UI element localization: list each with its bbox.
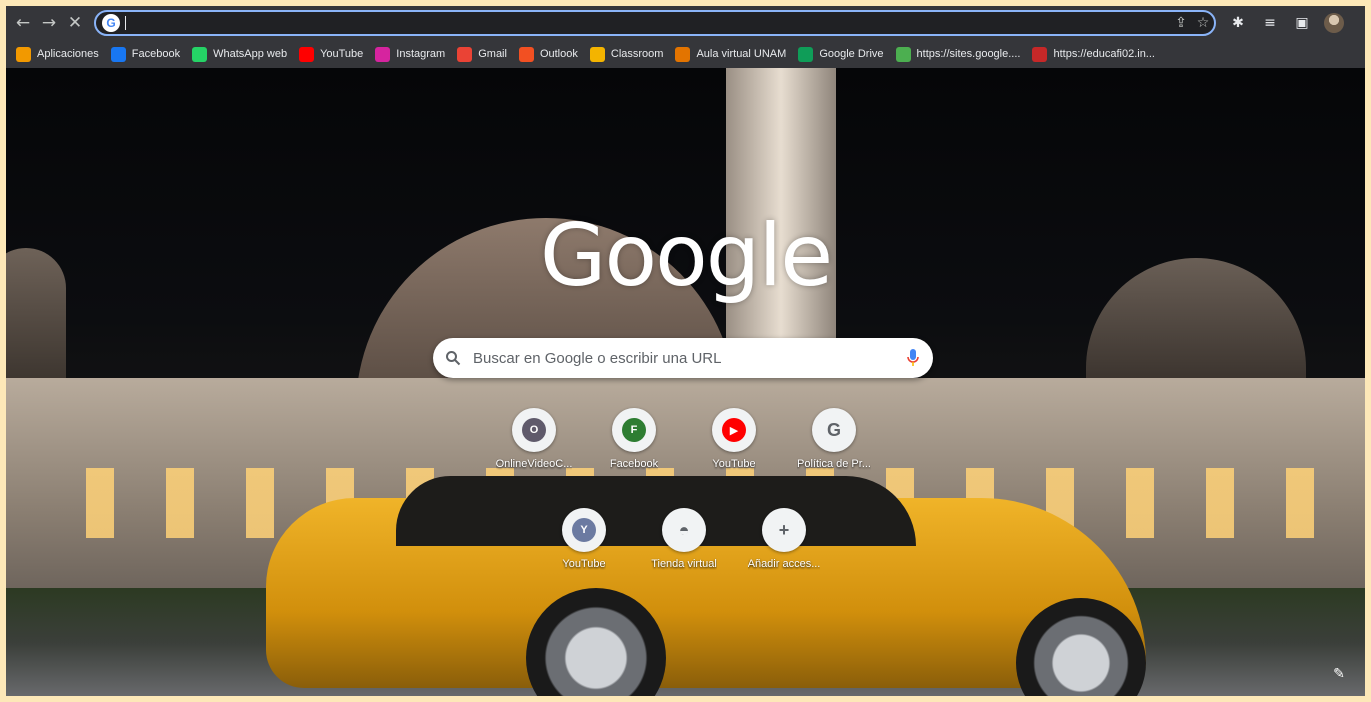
sites-icon bbox=[895, 46, 911, 62]
shortcut-letter-icon: Y bbox=[572, 518, 596, 542]
omnibox[interactable]: G ⇪ ☆ bbox=[94, 10, 1216, 36]
shortcut-label: Añadir acces... bbox=[747, 558, 821, 570]
microphone-icon[interactable] bbox=[893, 348, 933, 368]
shortcut-label: YouTube bbox=[712, 458, 756, 470]
shortcut-tile[interactable]: ◓ Tienda virtual bbox=[628, 508, 740, 608]
shortcut-favicon: G bbox=[812, 408, 856, 452]
bookmark-item[interactable]: https://sites.google.... bbox=[890, 43, 1027, 65]
shortcut-tile[interactable]: G Política de Pr... bbox=[778, 408, 890, 508]
bookmark-item[interactable]: Aula virtual UNAM bbox=[669, 43, 792, 65]
search-input[interactable] bbox=[473, 349, 893, 367]
bookmark-label: Classroom bbox=[610, 48, 664, 60]
bookmark-label: WhatsApp web bbox=[213, 48, 288, 60]
outlook-icon bbox=[518, 46, 534, 62]
bookmark-label: Instagram bbox=[396, 48, 446, 60]
shortcut-favicon: + bbox=[762, 508, 806, 552]
bookmark-label: Outlook bbox=[539, 48, 578, 60]
extensions-icon[interactable]: ✱ bbox=[1224, 9, 1252, 37]
shortcut-favicon: Y bbox=[562, 508, 606, 552]
whatsapp-icon bbox=[192, 46, 208, 62]
bookmark-label: Aplicaciones bbox=[37, 48, 99, 60]
bookmark-star-icon[interactable]: ☆ bbox=[1192, 15, 1214, 31]
bookmark-label: Aula virtual UNAM bbox=[696, 48, 787, 60]
shortcut-label: Facebook bbox=[609, 458, 659, 470]
side-panel-icon[interactable]: ▣ bbox=[1288, 9, 1316, 37]
shortcut-letter-icon: G bbox=[826, 419, 841, 440]
browser-window: ← → ✕ G ⇪ ☆ ✱ ≡ ▣ ⋮ Aplicaciones Facebook… bbox=[6, 6, 1365, 696]
bookmark-item[interactable]: Google Drive bbox=[792, 43, 889, 65]
browser-toolbar: ← → ✕ G ⇪ ☆ ✱ ≡ ▣ ⋮ bbox=[6, 6, 1365, 40]
shortcut-tile[interactable]: Y YouTube bbox=[528, 508, 640, 608]
bookmark-item[interactable]: WhatsApp web bbox=[186, 43, 293, 65]
shortcut-favicon: ▶ bbox=[712, 408, 756, 452]
profile-avatar-button[interactable] bbox=[1320, 9, 1348, 37]
bookmark-label: Google Drive bbox=[819, 48, 884, 60]
bookmark-label: Gmail bbox=[478, 48, 507, 60]
customize-edit-icon[interactable]: ✎ bbox=[1327, 662, 1351, 686]
bookmark-label: https://sites.google.... bbox=[916, 48, 1021, 60]
bookmark-item[interactable]: https://educafi02.in... bbox=[1026, 43, 1161, 65]
classroom-icon bbox=[589, 46, 605, 62]
shortcut-tile[interactable]: O OnlineVideoC... bbox=[478, 408, 590, 508]
aula-virtual-icon bbox=[675, 46, 691, 62]
toolbar-right: ✱ ≡ ▣ ⋮ bbox=[1224, 6, 1365, 40]
search-box[interactable] bbox=[433, 338, 933, 378]
shortcut-letter-icon: O bbox=[522, 418, 546, 442]
apps-grid-icon bbox=[16, 46, 31, 62]
bookmark-label: Facebook bbox=[131, 48, 181, 60]
shortcut-tile[interactable]: F Facebook bbox=[578, 408, 690, 508]
bookmark-item[interactable]: Facebook bbox=[105, 43, 186, 65]
address-input[interactable] bbox=[126, 15, 1170, 31]
shortcut-letter-icon: ◓ bbox=[678, 519, 690, 540]
bookmark-item[interactable]: Instagram bbox=[369, 43, 451, 65]
new-tab-page: Google O OnlineVideoC... F Facebook ▶ YouTube… bbox=[6, 68, 1365, 696]
bookmark-item[interactable]: YouTube bbox=[293, 43, 369, 65]
shortcut-letter-icon: ▶ bbox=[722, 418, 746, 442]
avatar-icon bbox=[1324, 13, 1344, 33]
forward-button[interactable]: → bbox=[36, 10, 62, 36]
youtube-icon bbox=[299, 46, 315, 62]
bookmark-item[interactable]: Outlook bbox=[513, 43, 584, 65]
shortcut-letter-icon: F bbox=[622, 418, 646, 442]
shortcut-favicon: O bbox=[512, 408, 556, 452]
google-drive-icon bbox=[798, 46, 814, 62]
facebook-icon bbox=[110, 46, 126, 62]
bookmark-label: https://educafi02.in... bbox=[1053, 48, 1155, 60]
shortcut-letter-icon: + bbox=[778, 519, 790, 540]
gmail-icon bbox=[457, 46, 473, 62]
shortcut-tile[interactable]: + Añadir acces... bbox=[728, 508, 840, 608]
instagram-icon bbox=[375, 46, 391, 62]
share-icon[interactable]: ⇪ bbox=[1170, 15, 1192, 31]
shortcut-label: Política de Pr... bbox=[797, 458, 871, 470]
shortcut-label: Tienda virtual bbox=[651, 558, 717, 570]
bookmark-label: YouTube bbox=[320, 48, 364, 60]
bookmarks-bar: Aplicaciones Facebook WhatsApp web YouTube I… bbox=[6, 40, 1365, 68]
shortcut-label: YouTube bbox=[562, 558, 606, 570]
google-logo: Google bbox=[539, 206, 833, 306]
shortcut-favicon: F bbox=[612, 408, 656, 452]
reading-list-icon[interactable]: ≡ bbox=[1256, 9, 1284, 37]
search-icon bbox=[433, 350, 473, 366]
shortcut-favicon: ◓ bbox=[662, 508, 706, 552]
stop-button[interactable]: ✕ bbox=[62, 10, 88, 36]
bookmark-item[interactable]: Aplicaciones bbox=[10, 43, 105, 65]
shortcut-tile[interactable]: ▶ YouTube bbox=[678, 408, 790, 508]
bookmark-item[interactable]: Gmail bbox=[451, 43, 513, 65]
back-button[interactable]: ← bbox=[10, 10, 36, 36]
menu-icon[interactable]: ⋮ bbox=[1352, 9, 1365, 37]
educafi-icon bbox=[1032, 46, 1048, 62]
bookmark-item[interactable]: Classroom bbox=[584, 43, 670, 65]
google-icon: G bbox=[102, 14, 120, 32]
shortcut-label: OnlineVideoC... bbox=[495, 458, 573, 470]
